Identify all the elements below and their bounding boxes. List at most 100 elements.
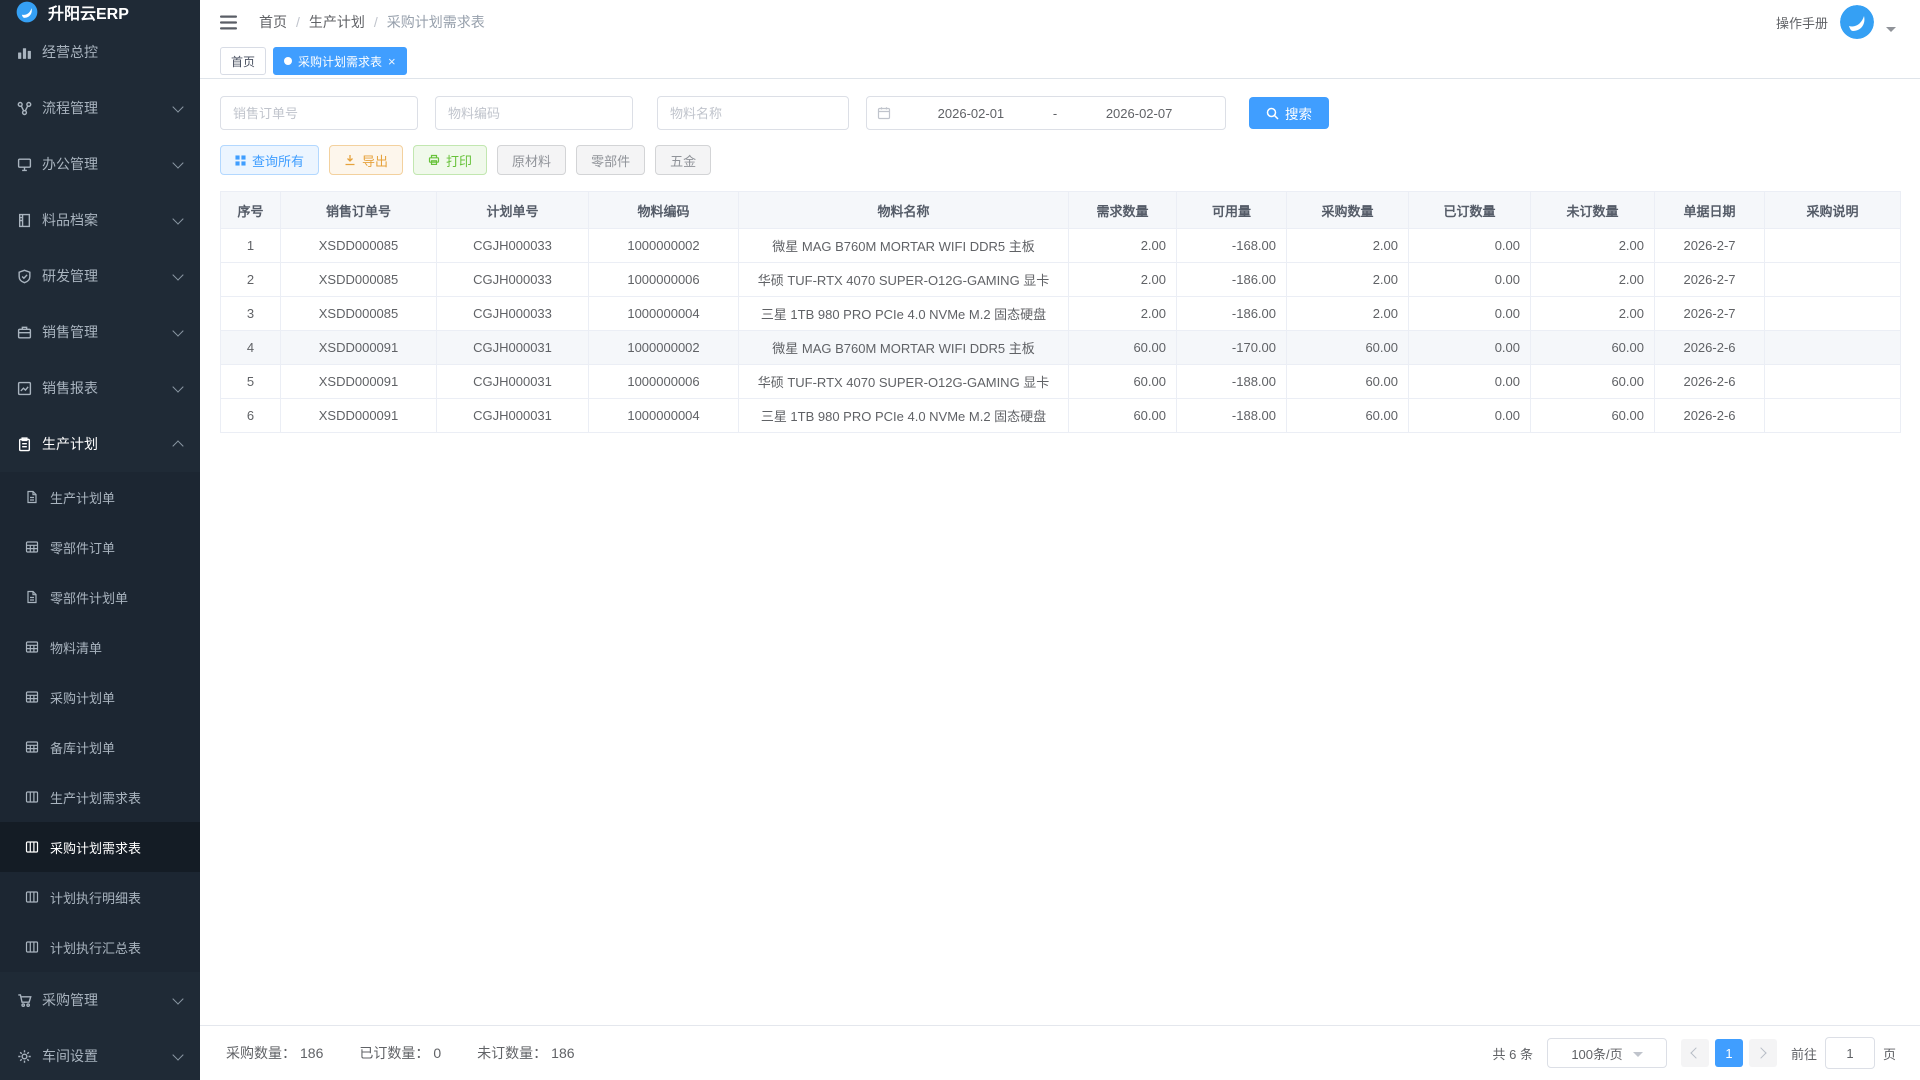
table-cell: -186.00 — [1177, 297, 1287, 331]
goto-page-input[interactable] — [1825, 1037, 1875, 1069]
table-cell: XSDD000085 — [281, 229, 437, 263]
prev-page-button[interactable] — [1681, 1039, 1709, 1067]
rd-icon — [16, 268, 32, 284]
sidebar-subitem[interactable]: 计划执行汇总表 — [0, 922, 200, 972]
topbar-right: 操作手册 — [1776, 5, 1896, 39]
sidebar-subitem[interactable]: 计划执行明细表 — [0, 872, 200, 922]
date-range-picker[interactable]: 2026-02-01 - 2026-02-07 — [866, 96, 1226, 130]
columns-icon — [24, 939, 40, 955]
table-row[interactable]: 5XSDD000091CGJH0000311000000006华硕 TUF-RT… — [221, 365, 1901, 399]
table-row[interactable]: 1XSDD000085CGJH0000331000000002微星 MAG B7… — [221, 229, 1901, 263]
sidebar-item-3[interactable]: 料品档案 — [0, 192, 200, 248]
user-menu-caret-icon[interactable] — [1886, 27, 1896, 32]
sidebar-item-5[interactable]: 销售管理 — [0, 304, 200, 360]
sidebar-item-2[interactable]: 办公管理 — [0, 136, 200, 192]
parts-button[interactable]: 零部件 — [576, 145, 645, 175]
sidebar-subitem[interactable]: 采购计划需求表 — [0, 822, 200, 872]
calendar-icon — [877, 106, 891, 120]
table-cell: 0.00 — [1409, 331, 1531, 365]
sidebar-item-1[interactable]: 流程管理 — [0, 80, 200, 136]
page-number-button[interactable]: 1 — [1715, 1039, 1743, 1067]
sales-order-input[interactable] — [220, 96, 418, 130]
sidebar-item-4[interactable]: 研发管理 — [0, 248, 200, 304]
page-content: 2026-02-01 - 2026-02-07 搜索 查询所有 — [200, 79, 1920, 1025]
breadcrumb-production-plan[interactable]: 生产计划 — [309, 12, 365, 32]
table-cell: 6 — [221, 399, 281, 433]
table-cell: 4 — [221, 331, 281, 365]
app-root: 升阳云ERP 经营总控流程管理办公管理料品档案研发管理销售管理销售报表生产计划生… — [0, 0, 1920, 1080]
table-cell: 60.00 — [1287, 365, 1409, 399]
raw-material-button[interactable]: 原材料 — [497, 145, 566, 175]
goto-page: 前往 页 — [1791, 1037, 1896, 1069]
goto-label: 前往 — [1791, 1044, 1817, 1063]
sidebar-subitem[interactable]: 零部件订单 — [0, 522, 200, 572]
table-row[interactable]: 2XSDD000085CGJH0000331000000006华硕 TUF-RT… — [221, 263, 1901, 297]
table-cell: 60.00 — [1531, 331, 1655, 365]
plan-icon — [16, 436, 32, 452]
table-cell — [1765, 365, 1901, 399]
chevron-down-icon — [172, 1049, 183, 1060]
submenu: 生产计划单零部件订单零部件计划单物料清单采购计划单备库计划单生产计划需求表采购计… — [0, 472, 200, 972]
material-name-input[interactable] — [657, 96, 849, 130]
sidebar-subitem[interactable]: 生产计划需求表 — [0, 772, 200, 822]
active-tab-dot-icon — [284, 57, 292, 65]
table-cell: XSDD000091 — [281, 399, 437, 433]
summary-ordered-qty: 已订数量：0 — [355, 1043, 441, 1063]
print-button[interactable]: 打印 — [413, 145, 487, 175]
sidebar-subitem[interactable]: 备库计划单 — [0, 722, 200, 772]
chevron-right-icon — [1756, 1047, 1767, 1058]
breadcrumb: 首页 / 生产计划 / 采购计划需求表 — [259, 12, 485, 32]
sidebar-item-6[interactable]: 销售报表 — [0, 360, 200, 416]
chevron-down-icon — [172, 993, 183, 1004]
query-all-button[interactable]: 查询所有 — [220, 145, 319, 175]
export-button[interactable]: 导出 — [329, 145, 403, 175]
doc-icon — [24, 589, 40, 605]
chevron-down-icon — [172, 101, 183, 112]
table-icon — [24, 639, 40, 655]
sidebar-item-9[interactable]: 车间设置 — [0, 1028, 200, 1080]
tab-purchase-plan-demand[interactable]: 采购计划需求表 × — [273, 47, 407, 75]
tab-home[interactable]: 首页 — [220, 47, 266, 75]
table-cell: 2026-2-6 — [1655, 365, 1765, 399]
table-row[interactable]: 6XSDD000091CGJH0000311000000004三星 1TB 98… — [221, 399, 1901, 433]
avatar[interactable] — [1840, 5, 1874, 39]
table-cell: 2026-2-6 — [1655, 399, 1765, 433]
sidebar-collapse-icon[interactable] — [220, 15, 237, 30]
table-cell: 3 — [221, 297, 281, 331]
sidebar-item-8[interactable]: 采购管理 — [0, 972, 200, 1028]
sidebar-subitem[interactable]: 采购计划单 — [0, 672, 200, 722]
table-cell: CGJH000033 — [437, 229, 589, 263]
hardware-button[interactable]: 五金 — [655, 145, 711, 175]
table-cell: CGJH000033 — [437, 263, 589, 297]
table-cell — [1765, 297, 1901, 331]
table-cell: 2026-2-7 — [1655, 297, 1765, 331]
table-cell: 2026-2-7 — [1655, 263, 1765, 297]
table-row[interactable]: 4XSDD000091CGJH0000311000000002微星 MAG B7… — [221, 331, 1901, 365]
close-icon[interactable]: × — [388, 55, 396, 68]
table-cell: CGJH000033 — [437, 297, 589, 331]
sidebar-subitem[interactable]: 零部件计划单 — [0, 572, 200, 622]
manual-link[interactable]: 操作手册 — [1776, 13, 1828, 32]
chevron-left-icon — [1691, 1047, 1702, 1058]
sidebar-menu: 经营总控流程管理办公管理料品档案研发管理销售管理销售报表生产计划生产计划单零部件… — [0, 24, 200, 1080]
table-cell: 0.00 — [1409, 229, 1531, 263]
table-cell: 0.00 — [1409, 365, 1531, 399]
material-code-input[interactable] — [435, 96, 633, 130]
table-cell: 1000000002 — [589, 331, 739, 365]
sidebar-item-0[interactable]: 经营总控 — [0, 24, 200, 80]
table-cell: CGJH000031 — [437, 331, 589, 365]
table-cell: 60.00 — [1531, 365, 1655, 399]
next-page-button[interactable] — [1749, 1039, 1777, 1067]
sidebar-subitem[interactable]: 物料清单 — [0, 622, 200, 672]
table-cell: 微星 MAG B760M MORTAR WIFI DDR5 主板 — [739, 229, 1069, 263]
sidebar-subitem[interactable]: 生产计划单 — [0, 472, 200, 522]
sidebar-item-7[interactable]: 生产计划 — [0, 416, 200, 472]
search-button[interactable]: 搜索 — [1249, 97, 1329, 129]
sidebar: 升阳云ERP 经营总控流程管理办公管理料品档案研发管理销售管理销售报表生产计划生… — [0, 0, 200, 1080]
table-row[interactable]: 3XSDD000085CGJH0000331000000004三星 1TB 98… — [221, 297, 1901, 331]
summary-unordered-qty: 未订数量：186 — [473, 1043, 574, 1063]
doc-icon — [24, 489, 40, 505]
page-size-select[interactable]: 100条/页 — [1547, 1038, 1667, 1068]
sales-icon — [16, 324, 32, 340]
breadcrumb-home[interactable]: 首页 — [259, 12, 287, 32]
